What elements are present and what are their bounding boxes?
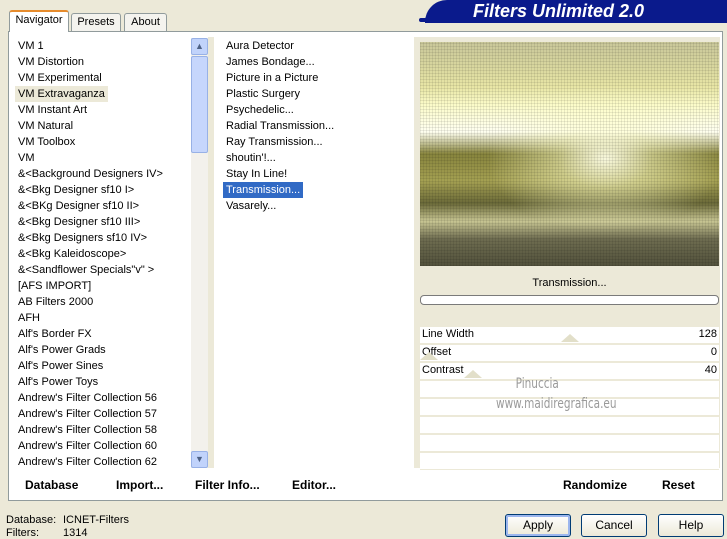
category-item[interactable]: Alf's Border FX: [12, 326, 190, 342]
category-item[interactable]: VM Experimental: [12, 70, 190, 86]
category-item[interactable]: &<Background Designers IV>: [12, 166, 190, 182]
category-item[interactable]: VM: [12, 150, 190, 166]
slider-thumb[interactable]: [561, 334, 580, 342]
category-item[interactable]: VM Distortion: [12, 54, 190, 70]
category-item[interactable]: &<Bkg Designers sf10 IV>: [12, 230, 190, 246]
category-item[interactable]: Andrew's Filter Collection 58: [12, 422, 190, 438]
filter-item[interactable]: Psychedelic...: [220, 102, 414, 118]
category-item[interactable]: VM Natural: [12, 118, 190, 134]
scroll-up-icon[interactable]: ▲: [191, 38, 208, 55]
filter-item[interactable]: Radial Transmission...: [220, 118, 414, 134]
filter-item[interactable]: shoutin'!...: [220, 150, 414, 166]
tab-presets[interactable]: Presets: [71, 13, 121, 32]
category-item[interactable]: Alf's Power Sines: [12, 358, 190, 374]
parameter-slider[interactable]: Offset 0: [420, 345, 719, 362]
category-item[interactable]: VM Toolbox: [12, 134, 190, 150]
parameter-value: 40: [704, 364, 717, 376]
empty-parameter-row: [420, 453, 719, 470]
status-filters-label: Filters:: [6, 527, 39, 539]
filter-item[interactable]: Aura Detector: [220, 38, 414, 54]
randomize-button[interactable]: Randomize: [563, 478, 627, 492]
app-title-banner: Filters Unlimited 2.0: [419, 0, 727, 23]
database-button[interactable]: Database: [25, 478, 78, 492]
status-filters-value: 1314: [63, 527, 88, 539]
category-item[interactable]: [AFS IMPORT]: [12, 278, 190, 294]
parameter-slider[interactable]: Line Width 128: [420, 327, 719, 344]
cancel-button[interactable]: Cancel: [581, 514, 647, 537]
empty-parameter-row: [420, 417, 719, 434]
category-item[interactable]: VM Extravaganza: [12, 86, 190, 102]
filter-item[interactable]: Picture in a Picture: [220, 70, 414, 86]
tab-navigator[interactable]: Navigator: [9, 10, 69, 32]
category-item[interactable]: &<Bkg Designer sf10 I>: [12, 182, 190, 198]
category-item[interactable]: &<Bkg Kaleidoscope>: [12, 246, 190, 262]
status-database-value: ICNET-Filters: [63, 514, 129, 526]
category-item[interactable]: Andrew's Filter Collection 60: [12, 438, 190, 454]
help-button[interactable]: Help: [658, 514, 724, 537]
category-item[interactable]: &<Sandflower Specials"v" >: [12, 262, 190, 278]
category-item[interactable]: &<BKg Designer sf10 II>: [12, 198, 190, 214]
apply-button[interactable]: Apply: [505, 514, 571, 537]
category-item[interactable]: AB Filters 2000: [12, 294, 190, 310]
status-database-label: Database:: [6, 514, 57, 526]
category-item[interactable]: Andrew's Filter Collection 56: [12, 390, 190, 406]
filter-item[interactable]: Transmission...: [220, 182, 414, 198]
filter-preview-image: [420, 42, 719, 266]
editor-button[interactable]: Editor...: [292, 478, 336, 492]
slider-thumb[interactable]: [464, 370, 483, 378]
scroll-thumb[interactable]: [191, 56, 208, 153]
filter-list[interactable]: Aura Detector James Bondage... Picture in …: [214, 37, 414, 468]
filter-item[interactable]: Stay In Line!: [220, 166, 414, 182]
progress-bar: [420, 295, 719, 305]
category-item[interactable]: Alf's Power Grads: [12, 342, 190, 358]
filter-item[interactable]: Vasarely...: [220, 198, 414, 214]
parameter-label: Contrast: [422, 364, 464, 376]
filter-item[interactable]: James Bondage...: [220, 54, 414, 70]
filter-item[interactable]: Ray Transmission...: [220, 134, 414, 150]
watermark: Pinuccia www.maidiregrafica.eu: [496, 376, 617, 412]
empty-parameter-row: [420, 435, 719, 452]
slider-thumb[interactable]: [420, 352, 438, 360]
category-item[interactable]: Andrew's Filter Collection 57: [12, 406, 190, 422]
import-button[interactable]: Import...: [116, 478, 163, 492]
category-item[interactable]: VM 1: [12, 38, 190, 54]
category-item[interactable]: &<Bkg Designer sf10 III>: [12, 214, 190, 230]
reset-button[interactable]: Reset: [662, 478, 695, 492]
filter-info-button[interactable]: Filter Info...: [195, 478, 260, 492]
current-filter-name: Transmission...: [532, 277, 607, 289]
filter-item[interactable]: Plastic Surgery: [220, 86, 414, 102]
parameter-value: 0: [710, 346, 717, 358]
category-scrollbar[interactable]: ▲ ▼: [191, 38, 208, 468]
category-item[interactable]: Alf's Power Toys: [12, 374, 190, 390]
category-item[interactable]: Andrew's Filter Collection 62: [12, 454, 190, 468]
parameter-label: Line Width: [422, 328, 474, 340]
parameter-value: 128: [698, 328, 717, 340]
category-list[interactable]: VM 1 VM Distortion VM Experimental VM Extra…: [12, 37, 190, 468]
category-item[interactable]: VM Instant Art: [12, 102, 190, 118]
category-item[interactable]: AFH: [12, 310, 190, 326]
tab-about[interactable]: About: [124, 13, 167, 32]
scroll-down-icon[interactable]: ▼: [191, 451, 208, 468]
